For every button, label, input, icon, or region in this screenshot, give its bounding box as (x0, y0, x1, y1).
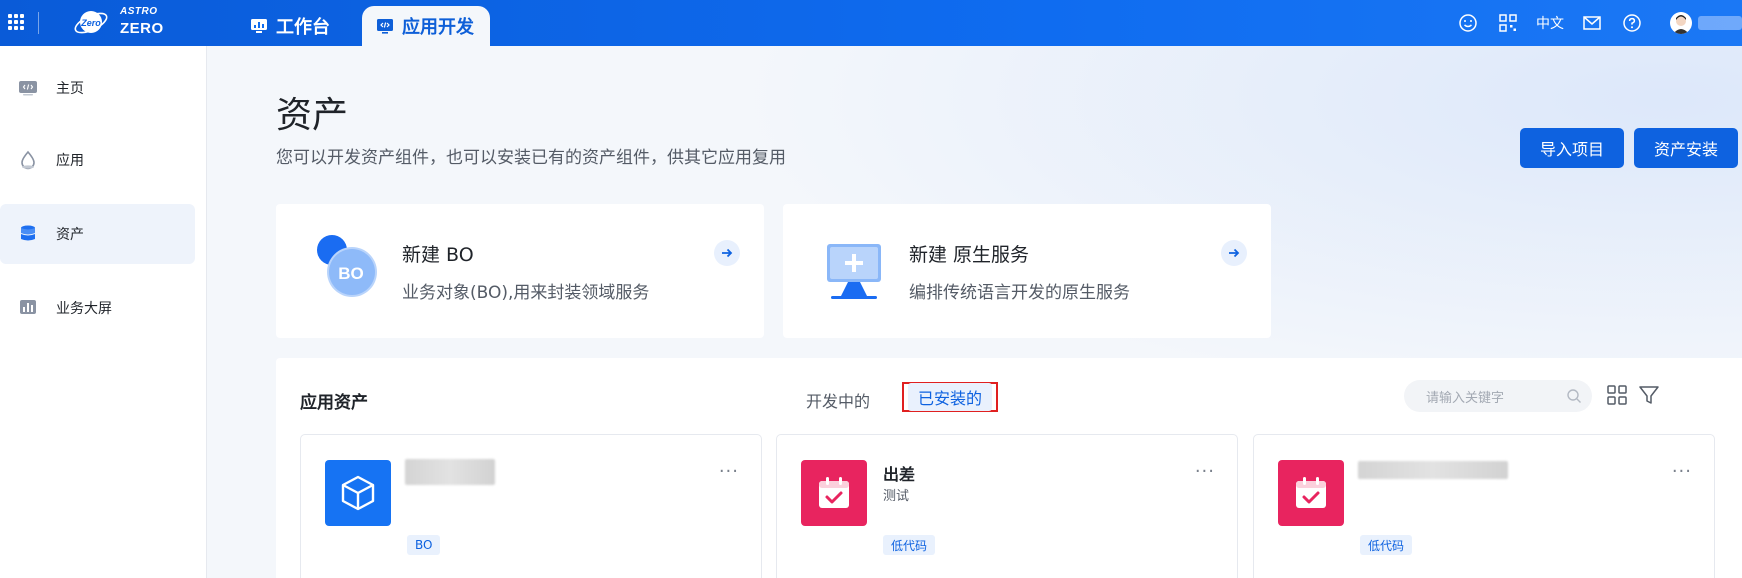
search-placeholder: 请输入关键字 (1426, 390, 1505, 406)
sidebar-item-home[interactable]: 主页 (0, 58, 195, 118)
monitor-plus-icon (827, 244, 881, 299)
tab-label: 工作台 (276, 17, 330, 38)
sidebar-item-label: 业务大屏 (56, 301, 112, 317)
smile-icon (1459, 14, 1477, 32)
arrow-right-icon (1229, 248, 1240, 258)
import-project-button[interactable]: 导入项目 (1520, 128, 1624, 168)
code-window-icon (377, 19, 393, 34)
header-divider (38, 12, 39, 34)
bo-bubble-icon: BO (317, 235, 377, 297)
grid-view-icon[interactable] (1606, 384, 1628, 406)
tab-workbench[interactable]: 工作台 (236, 6, 344, 46)
asset-subtitle: 测试 (883, 489, 910, 504)
sidebar-item-dashboard[interactable]: 业务大屏 (0, 278, 195, 338)
user-avatar[interactable] (1670, 12, 1692, 34)
asset-install-button[interactable]: 资产安装 (1634, 128, 1738, 168)
asset-name-redacted (1358, 461, 1508, 479)
svg-text:BO: BO (338, 264, 364, 283)
card-title: 新建 BO (402, 244, 474, 266)
brand-logo[interactable]: Zero ASTRO ZERO (72, 4, 192, 42)
user-name-redacted[interactable] (1698, 16, 1742, 30)
new-native-service-card[interactable]: 新建 原生服务 编排传统语言开发的原生服务 (783, 204, 1271, 338)
asset-name: 出差 (883, 465, 916, 484)
filter-icon[interactable] (1638, 384, 1660, 406)
svg-text:Zero: Zero (80, 18, 101, 28)
segment-label: 已安装的 (907, 383, 992, 411)
arrow-right-icon (722, 248, 733, 258)
search-icon[interactable] (1566, 388, 1582, 404)
card-title: 新建 原生服务 (909, 244, 1030, 266)
tab-app-development[interactable]: 应用开发 (362, 6, 490, 46)
keyword-search-input[interactable]: 请输入关键字 (1404, 380, 1592, 412)
segment-in-development[interactable]: 开发中的 (806, 388, 870, 412)
qrcode-icon (1499, 14, 1517, 32)
app-assets-panel: 应用资产 开发中的 已安装的 请输入关键字 ··· BO 出差 测试 ··· 低… (276, 358, 1742, 578)
asset-card[interactable]: 出差 测试 ··· 低代码 (776, 434, 1238, 578)
sidebar-item-label: 资产 (56, 227, 84, 243)
brand-name-text: ZERO (120, 20, 164, 37)
calendar-check-icon (1278, 460, 1344, 526)
asset-card[interactable]: ··· 低代码 (1253, 434, 1715, 578)
panel-title: 应用资产 (300, 393, 368, 413)
help-icon (1623, 14, 1641, 32)
sidebar-item-apps[interactable]: 应用 (0, 130, 195, 190)
calendar-check-icon (801, 460, 867, 526)
page-title: 资产 (276, 95, 349, 136)
user-avatar-icon (1673, 15, 1689, 34)
segment-installed[interactable]: 已安装的 (902, 382, 998, 412)
asset-card[interactable]: ··· BO (300, 434, 762, 578)
cube-icon (325, 460, 391, 526)
card-description: 编排传统语言开发的原生服务 (909, 283, 1130, 303)
sidebar-item-label: 应用 (56, 153, 84, 169)
top-bar: Zero ASTRO ZERO 工作台 应用开发 中文 (0, 0, 1742, 46)
card-arrow-button[interactable] (714, 240, 740, 266)
asset-type-tag: 低代码 (1360, 535, 1413, 555)
sidebar-item-assets[interactable]: 资产 (0, 204, 195, 264)
page-description: 您可以开发资产组件，也可以安装已有的资产组件，供其它应用复用 (276, 148, 786, 168)
monitor-chart-icon (251, 19, 267, 33)
code-page-icon (19, 81, 37, 96)
card-arrow-button[interactable] (1221, 240, 1247, 266)
header-actions: 中文 (1448, 0, 1742, 46)
bar-chart-icon (20, 300, 36, 314)
messages-button[interactable] (1572, 0, 1612, 46)
mail-icon (1583, 16, 1601, 30)
feedback-button[interactable] (1448, 0, 1488, 46)
brand-small-text: ASTRO (120, 6, 158, 17)
zero-logo-icon: Zero (74, 11, 108, 34)
new-bo-card[interactable]: BO 新建 BO 业务对象(BO),用来封装领域服务 (276, 204, 764, 338)
database-icon (21, 225, 35, 241)
sidebar: 主页 应用 资产 业务大屏 (0, 46, 207, 578)
more-options-button[interactable]: ··· (1195, 461, 1215, 482)
asset-type-tag: BO (407, 535, 441, 555)
main-content: 资产 您可以开发资产组件，也可以安装已有的资产组件，供其它应用复用 导入项目 资… (208, 46, 1742, 578)
asset-type-tag: 低代码 (883, 535, 936, 555)
language-switch[interactable]: 中文 (1528, 0, 1572, 46)
asset-name-redacted (405, 459, 495, 485)
help-button[interactable] (1612, 0, 1652, 46)
card-description: 业务对象(BO),用来封装领域服务 (402, 283, 650, 303)
more-options-button[interactable]: ··· (719, 461, 739, 482)
more-options-button[interactable]: ··· (1672, 461, 1692, 482)
qrcode-button[interactable] (1488, 0, 1528, 46)
app-drop-icon (21, 150, 35, 170)
sidebar-item-label: 主页 (56, 81, 84, 97)
app-grid-icon[interactable] (8, 14, 24, 30)
tab-label: 应用开发 (402, 17, 474, 38)
